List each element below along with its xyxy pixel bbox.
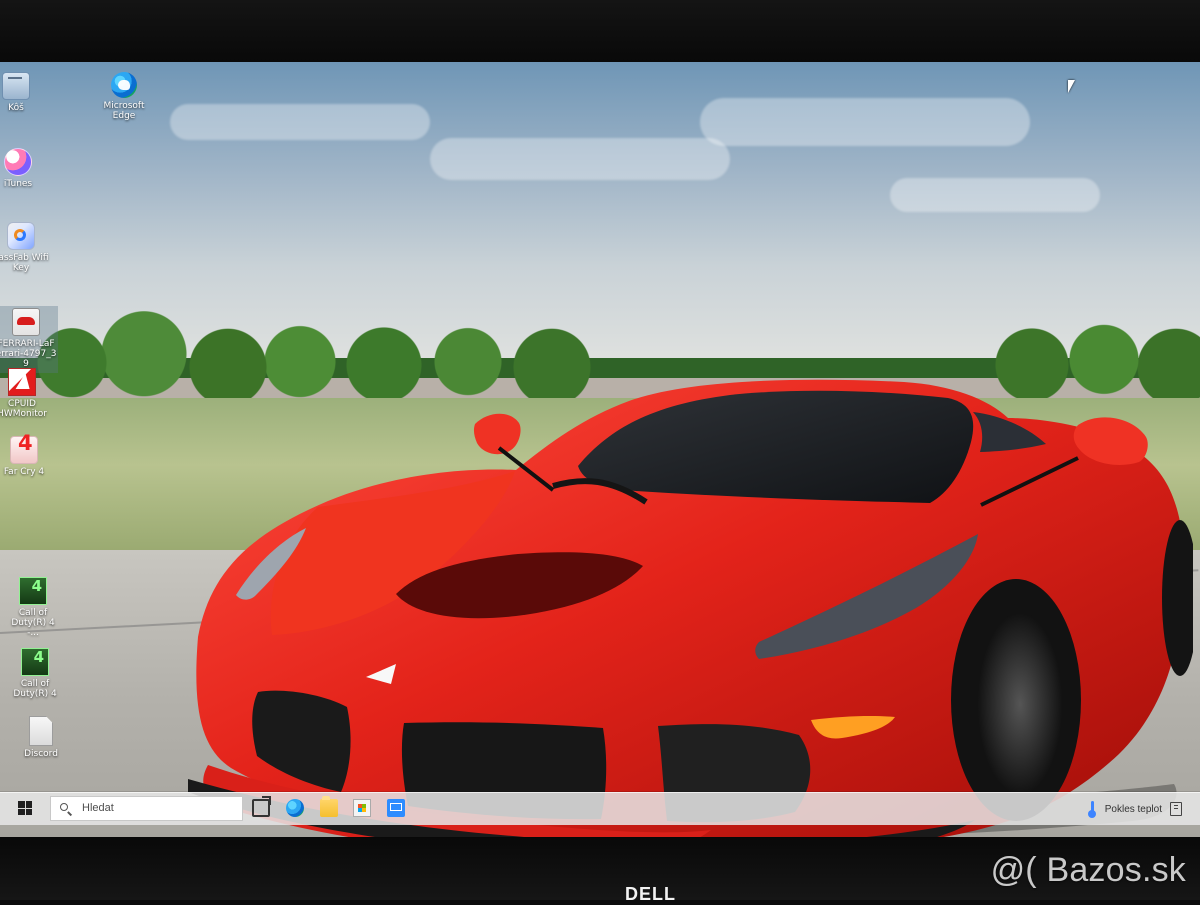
cloud-3: [700, 98, 1030, 146]
cloud-2: [430, 138, 730, 180]
desktop-icon-label: Call of Duty(R) 4 -...: [4, 608, 62, 638]
desktop-icon-label: FERRARI-LaF errari-4797_3 9: [0, 339, 58, 369]
desktop-icon-microsoft-edge[interactable]: Microsoft Edge: [95, 72, 153, 121]
weather-text: Pokles teplot: [1105, 804, 1162, 815]
itunes-icon: [4, 148, 32, 176]
desktop-icons-area: Kôš Microsoft Edge iTunes PassFab Wifi K…: [0, 62, 180, 802]
recycle-bin-icon: [2, 72, 30, 100]
dell-logo: DELL: [625, 884, 676, 905]
watermark: @( Bazos.sk: [991, 851, 1186, 890]
desktop-icon-passfab[interactable]: PassFab Wifi Key: [0, 222, 50, 273]
monitor-top-bezel: [0, 0, 1200, 62]
taskbar-search-box[interactable]: Hledat: [50, 796, 243, 821]
file-icon: [29, 716, 53, 746]
desktop-icon-label: PassFab Wifi Key: [0, 253, 50, 273]
mail-icon[interactable]: [387, 799, 405, 817]
search-input: Hledat: [82, 802, 114, 814]
folder-icon[interactable]: [320, 799, 338, 817]
task-view-icon[interactable]: [252, 799, 270, 817]
mouse-cursor: [1068, 80, 1075, 93]
right-front-rim: [977, 612, 1063, 796]
edge-icon: [111, 72, 137, 98]
desktop-icon-label: Discord: [12, 749, 70, 759]
car-thumbnail-icon: [12, 308, 40, 336]
desktop-icon-far-cry-4[interactable]: Far Cry 4: [0, 436, 53, 477]
wifi-key-icon: [7, 222, 35, 250]
taskbar: Hledat Pokles teplot: [0, 792, 1200, 825]
cloud-4: [890, 178, 1100, 212]
desktop-icon-ferrari-file[interactable]: FERRARI-LaF errari-4797_3 9: [0, 306, 58, 373]
ferrari-wallpaper-car: [188, 322, 1193, 837]
desktop-icon-label: Microsoft Edge: [95, 101, 153, 121]
search-icon: [60, 803, 68, 811]
left-mirror: [474, 414, 521, 454]
desktop-icon-call-of-duty-2[interactable]: Call of Duty(R) 4: [6, 648, 64, 699]
desktop-icon-itunes[interactable]: iTunes: [0, 148, 47, 189]
notification-icon[interactable]: [1170, 802, 1182, 816]
photo-frame: Kôš Microsoft Edge iTunes PassFab Wifi K…: [0, 0, 1200, 900]
call-of-duty-icon: [19, 577, 47, 605]
cloud-1: [170, 104, 430, 140]
desktop-icon-recycle-bin[interactable]: Kôš: [0, 72, 45, 113]
desktop-icon-label: Kôš: [0, 103, 45, 113]
desktop-icon-call-of-duty-1[interactable]: Call of Duty(R) 4 -...: [4, 577, 62, 638]
desktop-icon-label: Far Cry 4: [0, 467, 53, 477]
desktop-icon-discord[interactable]: Discord: [12, 716, 70, 759]
call-of-duty-icon: [21, 648, 49, 676]
thermometer-icon: [1087, 801, 1097, 817]
desktop-screen: Kôš Microsoft Edge iTunes PassFab Wifi K…: [0, 62, 1200, 837]
desktop-icon-label: CPUID HWMonitor: [0, 399, 51, 419]
desktop-icon-label: iTunes: [0, 179, 47, 189]
far-cry-icon: [10, 436, 38, 464]
desktop-icon-cpuid[interactable]: CPUID HWMonitor: [0, 368, 51, 419]
desktop-icon-label: Call of Duty(R) 4: [6, 679, 64, 699]
weather-widget[interactable]: Pokles teplot: [1087, 800, 1182, 818]
cpuid-icon: [8, 368, 36, 396]
edge-icon[interactable]: [286, 799, 304, 817]
windows-start-icon[interactable]: [18, 801, 32, 815]
store-icon[interactable]: [353, 799, 371, 817]
